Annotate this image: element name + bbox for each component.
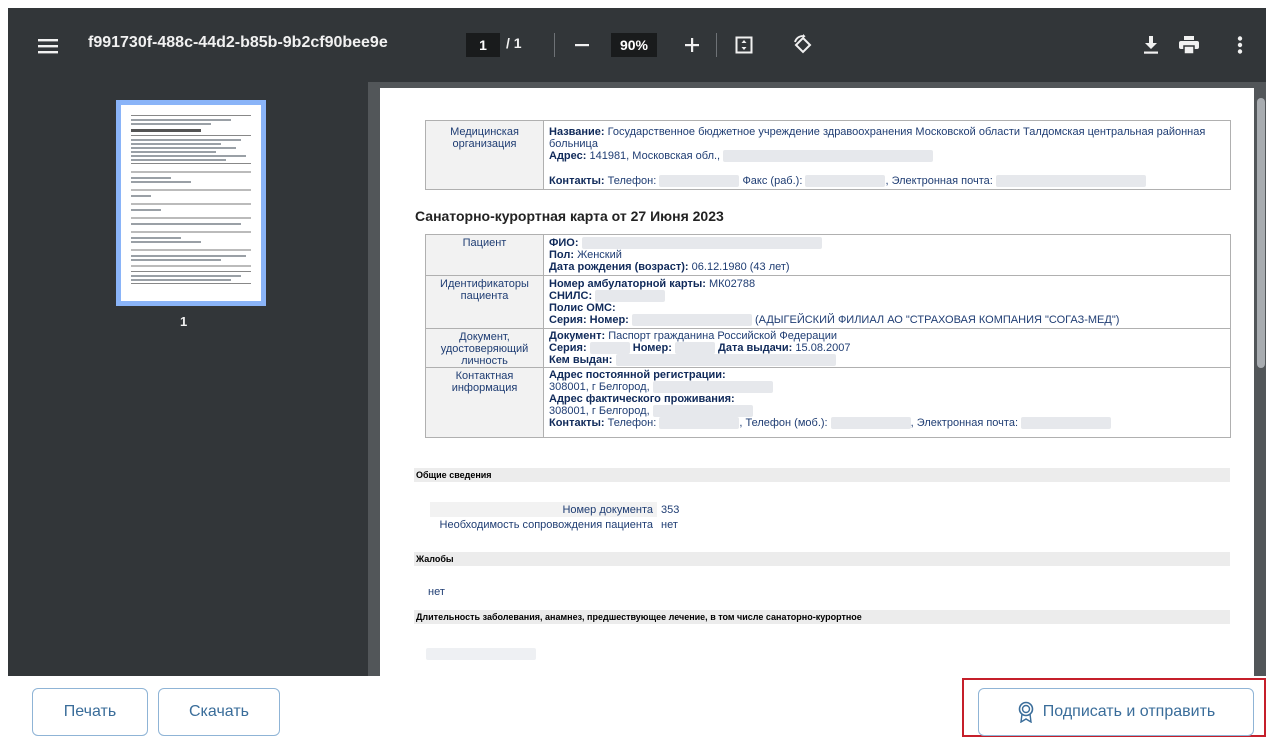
zoom-out-icon[interactable] (570, 33, 594, 57)
complaints-header: Жалобы (414, 552, 1230, 566)
page-total: / 1 (506, 35, 522, 51)
vertical-scrollbar[interactable] (1256, 82, 1266, 676)
fit-to-page-icon[interactable] (732, 33, 756, 57)
patient-dob: Дата рождения (возраст): 06.12.1980 (43 … (549, 261, 790, 273)
toolbar-divider (716, 33, 717, 57)
org-label: Медицинская организация (426, 121, 544, 189)
contact-label: Контактная информация (426, 368, 544, 437)
pdf-viewer: f991730f-488c-44d2-b85b-9b2cf90bee9e 1 /… (8, 8, 1266, 676)
menu-icon[interactable] (30, 28, 66, 64)
escort-value: нет (661, 519, 678, 531)
toolbar-divider (554, 33, 555, 57)
id-doc-series: Серия: Номер: Дата выдачи: 15.08.2007 (549, 342, 851, 355)
contact-phones: Контакты: Телефон: , Телефон (моб.): , Э… (549, 417, 1112, 430)
patient-sex: Пол: Женский (549, 249, 622, 261)
org-name: Название: Государственное бюджетное учре… (549, 126, 1206, 138)
document-viewport[interactable]: Медицинская организация Название: Госуда… (368, 82, 1266, 676)
ids-oms: Полис ОМС: (549, 302, 616, 314)
page-number-input[interactable]: 1 (466, 33, 500, 57)
history-redacted (426, 648, 536, 660)
contact-reg-label: Адрес постоянной регистрации: (549, 369, 726, 381)
ids-label: Идентификаторы пациента (426, 276, 544, 328)
download-icon[interactable] (1138, 32, 1164, 58)
complaints-value: нет (428, 586, 445, 598)
certificate-icon (1017, 701, 1035, 723)
ids-series: Серия: Номер: (АДЫГЕЙСКИЙ ФИЛИАЛ АО "СТР… (549, 314, 1120, 327)
patient-label: Пациент (426, 235, 544, 275)
general-header: Общие сведения (414, 468, 1230, 482)
org-contacts: Контакты: Телефон: Факс (раб.): , Электр… (549, 175, 1146, 188)
contact-fact-label: Адрес фактического проживания: (549, 393, 735, 405)
zoom-input[interactable]: 90% (611, 33, 657, 57)
sign-and-send-label: Подписать и отправить (1042, 703, 1216, 720)
id-doc-issuer: Кем выдан: (549, 354, 836, 367)
ids-card: Номер амбулаторной карты: МК02788 (549, 278, 756, 290)
thumbnail-sidebar: 1 (8, 82, 368, 676)
ids-snils: СНИЛС: (549, 290, 666, 303)
download-button[interactable]: Скачать (158, 688, 280, 736)
print-icon[interactable] (1176, 32, 1202, 58)
patient-fio: ФИО: (549, 237, 822, 250)
org-block: Медицинская организация Название: Госуда… (425, 120, 1231, 190)
more-options-icon[interactable] (1228, 32, 1252, 58)
document-title: f991730f-488c-44d2-b85b-9b2cf90bee9e (88, 34, 388, 51)
id-doc-type: Документ: Паспорт гражданина Российской … (549, 330, 837, 342)
pdf-toolbar: f991730f-488c-44d2-b85b-9b2cf90bee9e 1 /… (8, 8, 1266, 82)
print-button[interactable]: Печать (32, 688, 148, 736)
patient-table: Пациент ФИО: Пол: Женский Дата рождения … (425, 234, 1231, 438)
document-page: Медицинская организация Название: Госуда… (380, 88, 1254, 676)
sign-and-send-button[interactable]: Подписать и отправить (978, 688, 1254, 736)
org-name-cont: больница (549, 138, 598, 150)
zoom-in-icon[interactable] (680, 33, 704, 57)
doc-number-value: 353 (661, 504, 680, 516)
escort-label: Необходимость сопровождения пациента (439, 519, 653, 531)
document-heading: Санаторно-курортная карта от 27 Июня 202… (415, 208, 724, 224)
thumbnail-page-number: 1 (180, 314, 188, 329)
doc-number-label: Номер документа (562, 504, 653, 516)
rotate-icon[interactable] (790, 32, 816, 58)
thumbnail-preview (121, 105, 261, 301)
org-address: Адрес: 141981, Московская обл., (549, 150, 934, 163)
contact-fact-value: 308001, г Белгород, (549, 405, 753, 418)
page-thumbnail[interactable] (116, 100, 266, 306)
id-doc-label: Документ, удостоверяющий личность (426, 329, 544, 367)
contact-reg-value: 308001, г Белгород, (549, 381, 773, 394)
history-header: Длительность заболевания, анамнез, предш… (414, 610, 1230, 624)
scrollbar-thumb[interactable] (1257, 98, 1265, 368)
